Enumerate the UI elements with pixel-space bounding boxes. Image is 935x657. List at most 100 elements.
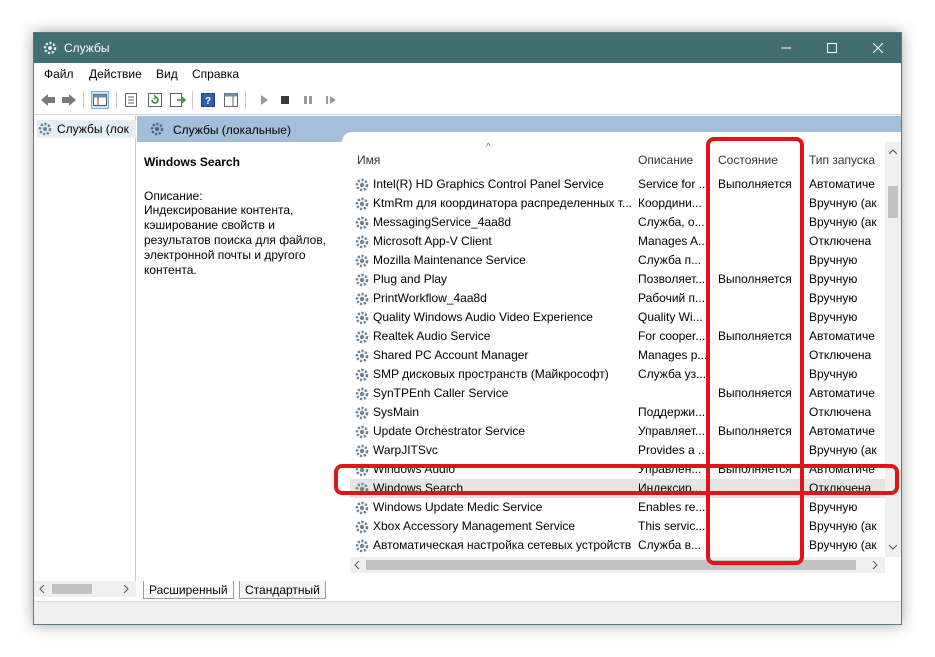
help-icon: ? bbox=[201, 93, 215, 107]
services-gear-icon bbox=[43, 41, 57, 55]
export-list-button[interactable] bbox=[169, 91, 187, 109]
start-service-button[interactable] bbox=[255, 91, 273, 109]
service-name: Quality Windows Audio Video Experience bbox=[373, 310, 593, 324]
scroll-down-icon bbox=[889, 544, 897, 550]
service-row[interactable]: PrintWorkflow_4aa8d Рабочий п... Вручную bbox=[350, 289, 887, 308]
description-text: Индексирование контента, кэширование сво… bbox=[144, 203, 327, 277]
service-name: Realtek Audio Service bbox=[373, 329, 491, 343]
service-description: Служба, о... bbox=[638, 215, 705, 229]
service-row[interactable]: Plug and Play Позволяет... Выполняется Вруч… bbox=[350, 270, 887, 289]
service-row[interactable]: Intel(R) HD Graphics Control Panel Servi… bbox=[350, 175, 887, 194]
service-gear-icon bbox=[355, 330, 369, 344]
pause-icon bbox=[304, 96, 312, 104]
service-row[interactable]: Windows Update Medic Service Enables re..… bbox=[350, 498, 887, 517]
service-startup-type: Автоматиче bbox=[809, 329, 875, 343]
sort-ascending-icon: ^ bbox=[486, 142, 491, 153]
service-row[interactable]: Microsoft App-V Client Manages A... Отключ… bbox=[350, 232, 887, 251]
pane-header-title: Службы (локальные) bbox=[173, 123, 291, 137]
menu-help[interactable]: Справка bbox=[192, 67, 239, 81]
properties-button[interactable] bbox=[122, 91, 140, 109]
service-description: This servic... bbox=[638, 519, 706, 533]
service-row[interactable]: Xbox Accessory Management Service This se… bbox=[350, 517, 887, 536]
list-vertical-scrollbar[interactable] bbox=[885, 142, 901, 557]
service-row[interactable]: Realtek Audio Service For cooper... Выполн… bbox=[350, 327, 887, 346]
column-header-status[interactable]: Состояние bbox=[718, 153, 778, 167]
service-row[interactable]: MessagingService_4aa8d Служба, о... Вручну… bbox=[350, 213, 887, 232]
service-row[interactable]: Windows Audio Управлен... Выполняется Автом… bbox=[350, 460, 887, 479]
service-startup-type: Вручную bbox=[809, 310, 858, 324]
service-startup-type: Вручную (ак bbox=[809, 538, 877, 552]
service-row[interactable]: Windows Search Индексир... Отключена bbox=[350, 479, 887, 498]
back-button[interactable] bbox=[39, 91, 57, 109]
service-gear-icon bbox=[355, 425, 369, 439]
service-row[interactable]: SysMain Поддержи... Отключена bbox=[350, 403, 887, 422]
stop-service-button[interactable] bbox=[276, 91, 294, 109]
tree-scroll-thumb[interactable] bbox=[52, 584, 92, 594]
service-row[interactable]: Автоматическая настройка сетевых устройс… bbox=[350, 536, 887, 555]
selected-service-title: Windows Search bbox=[144, 155, 240, 169]
list-hscroll-thumb[interactable] bbox=[366, 560, 856, 570]
service-name: Windows Update Medic Service bbox=[373, 500, 543, 514]
restart-service-button[interactable] bbox=[322, 91, 340, 109]
service-row[interactable]: SynTPEnh Caller Service Выполняется Автома… bbox=[350, 384, 887, 403]
service-name: Shared PC Account Manager bbox=[373, 348, 529, 362]
list-scroll-thumb[interactable] bbox=[888, 186, 898, 218]
service-startup-type: Отключена bbox=[809, 405, 872, 419]
service-startup-type: Вручную (ак bbox=[809, 519, 877, 533]
show-hide-console-tree-button[interactable] bbox=[91, 91, 109, 109]
stop-icon bbox=[281, 96, 289, 104]
column-header-startup-type[interactable]: Тип запуска bbox=[809, 153, 875, 167]
service-name: PrintWorkflow_4aa8d bbox=[373, 291, 487, 305]
service-status: Выполняется bbox=[718, 272, 792, 286]
service-startup-type: Вручную bbox=[809, 500, 858, 514]
service-name: Windows Audio bbox=[373, 462, 456, 476]
service-gear-icon bbox=[355, 501, 369, 515]
service-row[interactable]: Mozilla Maintenance Service Служба п... Вр… bbox=[350, 251, 887, 270]
service-gear-icon bbox=[355, 406, 369, 420]
service-name: SysMain bbox=[373, 405, 420, 419]
column-header-description[interactable]: Описание bbox=[638, 153, 693, 167]
service-row[interactable]: SMP дисковых пространств (Майкрософт) Слу… bbox=[350, 365, 887, 384]
service-gear-icon bbox=[355, 216, 369, 230]
service-name: Intel(R) HD Graphics Control Panel Servi… bbox=[373, 177, 604, 191]
close-button[interactable] bbox=[855, 33, 901, 63]
service-gear-icon bbox=[355, 311, 369, 325]
tree-horizontal-scrollbar[interactable] bbox=[34, 581, 136, 597]
service-row[interactable]: Update Orchestrator Service Управляет... В… bbox=[350, 422, 887, 441]
window-title: Службы bbox=[64, 41, 110, 55]
service-status: Выполняется bbox=[718, 329, 792, 343]
service-row[interactable]: Shared PC Account Manager Manages p... Отк… bbox=[350, 346, 887, 365]
refresh-icon bbox=[148, 93, 162, 107]
service-startup-type: Вручную (ак bbox=[809, 196, 877, 210]
maximize-button[interactable] bbox=[809, 33, 855, 63]
service-description: Служба в... bbox=[638, 538, 701, 552]
play-icon bbox=[261, 95, 268, 105]
menu-file[interactable]: Файл bbox=[44, 67, 74, 81]
tab-extended[interactable]: Расширенный bbox=[143, 581, 234, 599]
service-name: Update Orchestrator Service bbox=[373, 424, 526, 438]
forward-button[interactable] bbox=[60, 91, 78, 109]
export-icon bbox=[170, 93, 186, 107]
action-pane-button[interactable] bbox=[222, 91, 240, 109]
column-header-name[interactable]: Имя bbox=[357, 153, 380, 167]
list-horizontal-scrollbar[interactable] bbox=[350, 557, 885, 573]
description-label: Описание: bbox=[144, 189, 203, 203]
service-status: Выполняется bbox=[718, 424, 792, 438]
tab-standard[interactable]: Стандартный bbox=[239, 581, 326, 599]
svg-text:?: ? bbox=[205, 96, 211, 107]
service-row[interactable]: Quality Windows Audio Video Experience Qu… bbox=[350, 308, 887, 327]
refresh-button[interactable] bbox=[146, 91, 164, 109]
tree-item-services-local[interactable]: Службы (лок bbox=[37, 120, 136, 138]
service-startup-type: Вручную (ак bbox=[809, 215, 877, 229]
service-status: Выполняется bbox=[718, 462, 792, 476]
help-button[interactable]: ? bbox=[199, 91, 217, 109]
service-row[interactable]: WarpJITSvc Provides a ... Вручную (ак bbox=[350, 441, 887, 460]
service-row[interactable]: KtmRm для координатора распределенных т.… bbox=[350, 194, 887, 213]
minimize-button[interactable] bbox=[763, 33, 809, 63]
scroll-up-icon bbox=[889, 149, 897, 155]
service-gear-icon bbox=[355, 463, 369, 477]
menu-action[interactable]: Действие bbox=[89, 67, 142, 81]
service-name: Microsoft App-V Client bbox=[373, 234, 492, 248]
menu-view[interactable]: Вид bbox=[156, 67, 178, 81]
pause-service-button[interactable] bbox=[299, 91, 317, 109]
